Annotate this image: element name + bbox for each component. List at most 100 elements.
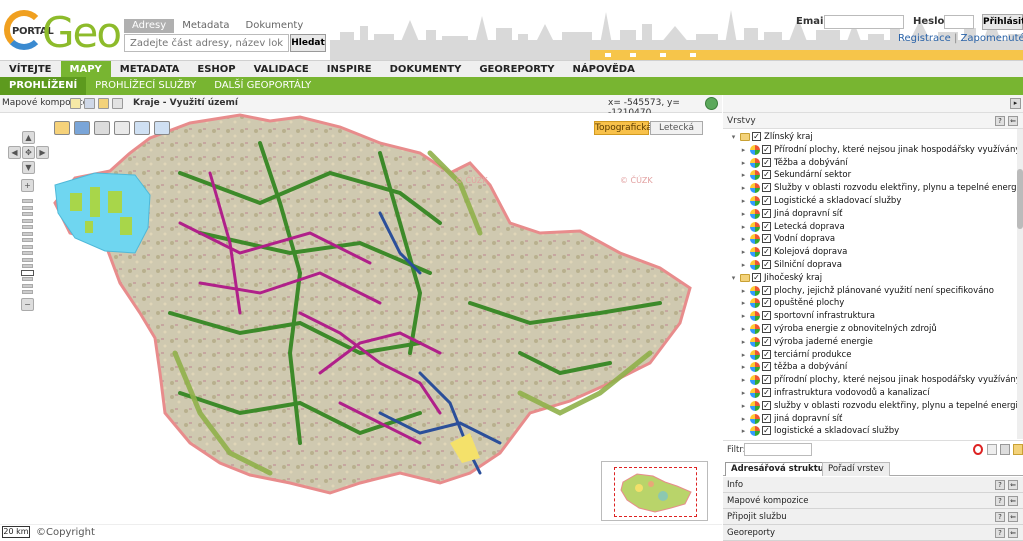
zoom-out-button[interactable]: − (21, 298, 34, 311)
layer-visibility-checkbox[interactable]: ✓ (762, 426, 771, 436)
search-input[interactable] (124, 34, 289, 52)
delete-icon[interactable] (1000, 444, 1010, 455)
expand-layer-icon[interactable]: ▸ (739, 297, 748, 309)
layer-item[interactable]: ▸ ✓ výroba energie z obnovitelných zdrojů (723, 323, 1015, 336)
expand-group-icon[interactable]: ▾ (729, 131, 738, 143)
layer-visibility-checkbox[interactable]: ✓ (762, 247, 771, 257)
layer-item[interactable]: ▸ ✓ Vodní doprava (723, 233, 1015, 246)
pan-home-button[interactable]: ✥ (22, 146, 35, 159)
layer-visibility-checkbox[interactable]: ✓ (762, 208, 771, 218)
expand-layer-icon[interactable]: ▸ (739, 374, 748, 386)
layer-visibility-checkbox[interactable]: ✓ (752, 132, 761, 141)
topographic-basemap-button[interactable]: Topografická (594, 121, 652, 135)
layer-item[interactable]: ▸ ✓ přírodní plochy, které nejsou jinak ho… (723, 374, 1021, 387)
minimize-icon[interactable]: ⇐ (1008, 512, 1018, 522)
nav-item-validace[interactable]: VALIDACE (245, 61, 318, 77)
layer-item[interactable]: ▸ ✓ plochy, jejichž plánované využití není… (723, 285, 1015, 298)
help-icon[interactable]: ? (995, 512, 1005, 522)
folder-icon[interactable] (1013, 444, 1023, 455)
zoom-step[interactable] (22, 231, 33, 236)
layer-visibility-checkbox[interactable]: ✓ (762, 375, 771, 385)
expand-layer-icon[interactable]: ▸ (739, 425, 748, 437)
layer-visibility-checkbox[interactable]: ✓ (762, 298, 771, 308)
expand-layer-icon[interactable]: ▸ (739, 195, 748, 207)
layer-item[interactable]: ▸ ✓ logistické a skladovací služby (723, 425, 1015, 438)
nav-item-inspire[interactable]: INSPIRE (318, 61, 381, 77)
pan-down-button[interactable]: ▼ (22, 161, 35, 174)
layer-item[interactable]: ▸ ✓ jiná dopravní síť (723, 413, 1015, 426)
layer-item[interactable]: ▸ ✓ Služby v oblasti rozvodu elektřiny, pl… (723, 182, 1023, 195)
zoom-step[interactable] (22, 277, 33, 281)
expand-layer-icon[interactable]: ▸ (739, 387, 748, 399)
subnav-item-dalsi-geoportaly[interactable]: DALŠÍ GEOPORTÁLY (205, 77, 320, 95)
globe-icon[interactable] (705, 97, 718, 110)
zoom-step[interactable] (22, 212, 33, 216)
nav-item-eshop[interactable]: ESHOP (188, 61, 244, 77)
expand-layer-icon[interactable]: ▸ (739, 169, 748, 181)
expand-layer-icon[interactable]: ▸ (739, 259, 748, 271)
layer-item[interactable]: ▸ ✓ služby v oblasti rozvodu elektřiny, pl… (723, 400, 1023, 413)
email-field[interactable] (824, 15, 904, 29)
expand-group-icon[interactable]: ▾ (729, 272, 738, 284)
layer-tree-scrollbar[interactable] (1017, 129, 1023, 439)
aerial-basemap-button[interactable]: Letecká (650, 121, 703, 135)
layer-visibility-checkbox[interactable]: ✓ (762, 324, 771, 333)
copyright-link[interactable]: ©Copyright (36, 527, 95, 538)
zoom-extent-icon[interactable] (114, 121, 130, 135)
zoom-step[interactable] (22, 199, 33, 203)
expand-layer-icon[interactable]: ▸ (739, 400, 748, 412)
layer-item[interactable]: ▸ ✓ Jiná dopravní síť (723, 208, 1015, 221)
copy-icon[interactable] (987, 444, 997, 455)
layer-visibility-checkbox[interactable]: ✓ (762, 400, 771, 410)
accordion-info[interactable]: Info ? ⇐ (723, 477, 1023, 493)
layer-item[interactable]: ▸ ✓ Logistické a skladovací služby (723, 195, 1015, 208)
nav-item-napoveda[interactable]: NÁPOVĚDA (564, 61, 644, 77)
zoom-step[interactable] (22, 238, 33, 242)
minimize-icon[interactable]: ⇐ (1008, 528, 1018, 538)
layer-visibility-checkbox[interactable]: ✓ (762, 311, 771, 321)
subnav-item-prohlizeni[interactable]: PROHLÍŽENÍ (0, 77, 87, 95)
login-button[interactable]: Přihlásit (982, 14, 1023, 30)
expand-layer-icon[interactable]: ▸ (739, 323, 748, 335)
zoom-step[interactable] (22, 218, 33, 223)
expand-layer-icon[interactable]: ▸ (739, 361, 748, 373)
expand-layer-icon[interactable]: ▸ (739, 349, 748, 361)
register-link[interactable]: Registrace (898, 33, 951, 44)
expand-layer-icon[interactable]: ▸ (739, 285, 748, 297)
forward-arrow-icon[interactable] (94, 121, 110, 135)
minimize-icon[interactable]: ⇐ (1008, 496, 1018, 506)
accordion-georeporty[interactable]: Georeporty ? ⇐ (723, 525, 1023, 541)
scrollbar-thumb[interactable] (1017, 169, 1023, 229)
layer-visibility-checkbox[interactable]: ✓ (752, 272, 761, 282)
forgot-password-link[interactable]: Zapomenuté heslo (961, 33, 1023, 44)
layer-item[interactable]: ▸ ✓ Přírodní plochy, které nejsou jinak ho… (723, 144, 1020, 157)
layer-visibility-checkbox[interactable]: ✓ (762, 349, 771, 359)
layer-group[interactable]: ▾ ✓ Zlínský kraj (723, 131, 1015, 144)
search-tab-adresy[interactable]: Adresy (124, 19, 175, 33)
layer-item[interactable]: ▸ ✓ Letecká doprava (723, 221, 1015, 234)
layer-item[interactable]: ▸ ✓ výroba jaderné energie (723, 336, 1015, 349)
zoom-step[interactable] (22, 205, 33, 210)
layer-item[interactable]: ▸ ✓ terciární produkce (723, 349, 1015, 362)
layer-visibility-checkbox[interactable]: ✓ (762, 413, 771, 423)
help-icon[interactable]: ? (995, 116, 1005, 126)
layer-visibility-checkbox[interactable]: ✓ (762, 260, 771, 269)
minimize-icon[interactable]: ⇐ (1008, 116, 1018, 126)
pan-left-button[interactable]: ◀ (8, 146, 21, 159)
pan-up-button[interactable]: ▲ (22, 131, 35, 144)
info-icon[interactable] (134, 121, 150, 135)
layer-visibility-checkbox[interactable]: ✓ (762, 221, 771, 231)
help-icon[interactable]: ? (995, 480, 1005, 490)
portal-geo-logo[interactable]: PORTAL Geo (2, 8, 122, 56)
zoom-step[interactable] (22, 244, 33, 249)
layer-item[interactable]: ▸ ✓ Silniční doprava (723, 259, 1015, 272)
nav-item-vitejte[interactable]: VÍTEJTE (0, 61, 61, 77)
tab-poradi-vrstev[interactable]: Pořadí vrstev (822, 462, 890, 476)
help-icon[interactable]: ? (995, 528, 1005, 538)
layer-visibility-checkbox[interactable]: ✓ (762, 183, 771, 193)
layer-visibility-checkbox[interactable]: ✓ (762, 196, 771, 205)
search-button[interactable]: Hledat (290, 34, 326, 52)
measure-icon[interactable] (154, 121, 170, 135)
password-field[interactable] (944, 15, 974, 29)
zoom-step[interactable] (22, 290, 33, 294)
